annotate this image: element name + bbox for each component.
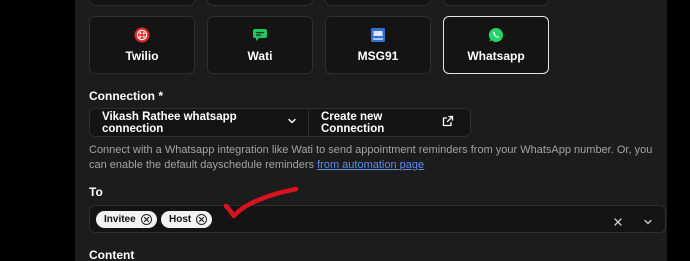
provider-card-wati[interactable]: Wati [207, 16, 313, 74]
create-connection-label: Create new Connection [321, 110, 385, 135]
connection-select[interactable]: Vikash Rathee whatsapp connection [90, 109, 309, 136]
create-connection-button[interactable]: Create new Connection [309, 109, 470, 136]
recipients-select[interactable]: Invitee Host [89, 205, 666, 233]
card-top-partial [325, 0, 431, 6]
provider-label: Twilio [125, 49, 159, 63]
msg91-icon [370, 27, 386, 43]
chevron-down-icon [287, 116, 297, 129]
recipient-chip-invitee: Invitee [96, 211, 157, 228]
remove-chip-icon[interactable] [196, 214, 208, 225]
provider-card-whatsapp[interactable]: Whatsapp [443, 16, 549, 74]
to-label: To [89, 185, 103, 199]
connection-group: Vikash Rathee whatsapp connection Create… [89, 108, 471, 137]
chevron-down-icon[interactable] [643, 214, 653, 232]
chip-label: Invitee [104, 214, 136, 225]
provider-card-msg91[interactable]: MSG91 [325, 16, 431, 74]
chip-label: Host [169, 214, 192, 225]
provider-label: MSG91 [357, 49, 399, 63]
whatsapp-icon [488, 27, 504, 43]
provider-label: Wati [247, 49, 273, 63]
card-top-partial [443, 0, 549, 6]
provider-card-twilio[interactable]: Twilio [89, 16, 195, 74]
external-link-icon [442, 115, 454, 130]
connection-selected-value: Vikash Rathee whatsapp connection [102, 110, 237, 135]
connection-description: Connect with a Whatsapp integration like… [89, 143, 659, 173]
twilio-icon [134, 27, 150, 43]
clear-icon[interactable] [613, 214, 623, 232]
wati-chat-icon [252, 27, 268, 43]
card-top-partial [89, 0, 195, 6]
recipient-chip-host: Host [161, 211, 213, 228]
provider-label: Whatsapp [467, 49, 525, 63]
automation-page-link[interactable]: from automation page [317, 159, 424, 171]
connection-label: Connection * [89, 89, 163, 103]
card-top-partial [207, 0, 313, 6]
annotation-checkmark-icon [222, 186, 300, 227]
content-label: Content [89, 248, 135, 261]
remove-chip-icon[interactable] [140, 214, 152, 225]
